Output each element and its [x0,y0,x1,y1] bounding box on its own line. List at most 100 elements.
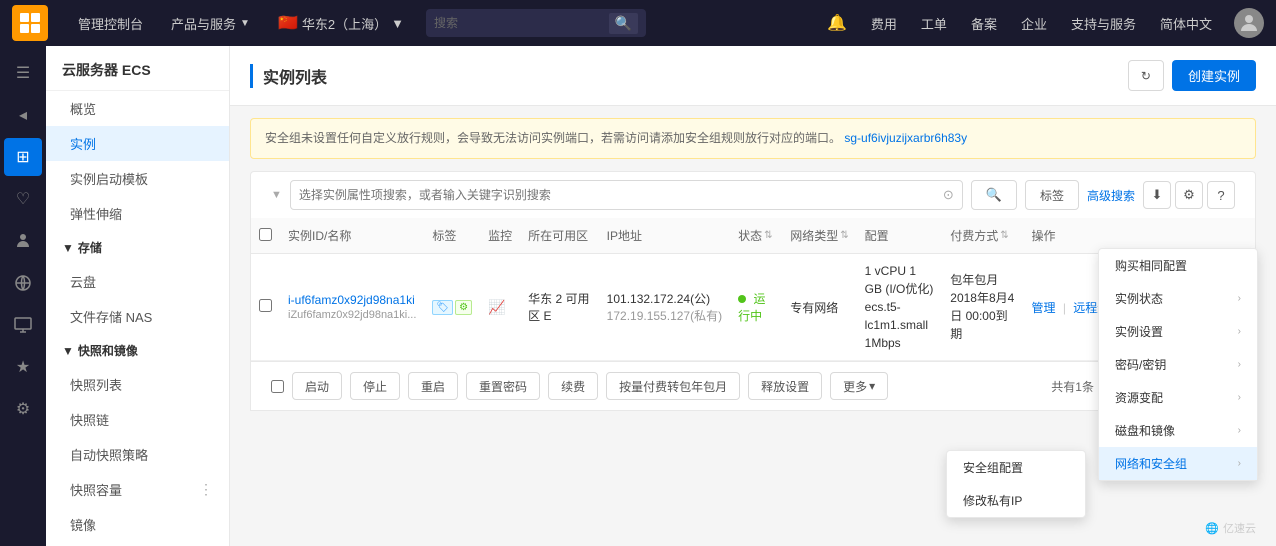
more-arrow: ▾ [869,379,875,393]
select-all-checkbox[interactable] [259,228,272,241]
left-nav-auto-snapshot[interactable]: 自动快照策略 [46,437,229,472]
sub-ctx-item-private-ip[interactable]: 修改私有IP [947,484,1085,517]
tag-icon-2[interactable]: ⚙ [455,300,472,315]
left-nav-disk[interactable]: 云盘 [46,264,229,299]
nav-console[interactable]: 管理控制台 [64,0,157,46]
left-nav-autoscale[interactable]: 弹性伸缩 [46,196,229,231]
sidebar-icon-menu[interactable]: ☰ [4,54,42,92]
avatar[interactable] [1234,8,1264,38]
region-arrow: ▼ [391,16,404,31]
nav-enterprise[interactable]: 企业 [1011,0,1057,46]
btn-stop[interactable]: 停止 [350,372,400,400]
alert-bar: 安全组未设置任何自定义放行规则，会导致无法访问实例端口，若需访问请添加安全组规则… [250,118,1256,159]
row-checkbox[interactable] [259,299,272,312]
search-input[interactable] [434,16,609,30]
network-sort-icon: ⇅ [840,230,848,241]
bottom-checkbox[interactable] [271,380,284,393]
nav-products[interactable]: 产品与服务 ▼ [157,0,264,46]
ctx-arrow-6: › [1238,458,1241,469]
left-nav-group-snapshot[interactable]: ▼ 快照和镜像 [46,334,229,367]
ctx-menu-item-password[interactable]: 密码/密钥 › [1099,348,1257,381]
sub-ctx-item-sg-config[interactable]: 安全组配置 [947,451,1085,484]
left-nav-overview[interactable]: 概览 [46,91,229,126]
filter-input[interactable] [299,188,943,202]
filter-down-icon: ▼ [271,189,282,201]
nav-workorder[interactable]: 工单 [911,0,957,46]
ctx-menu-item-network-sg[interactable]: 网络和安全组 › [1099,447,1257,480]
ctx-menu-item-instance-settings[interactable]: 实例设置 › [1099,315,1257,348]
sidebar-icon-grid[interactable]: ⊞ [4,138,42,176]
btn-release[interactable]: 释放设置 [748,372,822,400]
alert-link[interactable]: sg-uf6ivjuzijxarbr6h83y [844,131,967,145]
create-instance-button[interactable]: 创建实例 [1172,60,1256,91]
sidebar-icon-tools[interactable]: ⚙ [4,390,42,428]
nav-region[interactable]: 🇨🇳 华东2（上海） ▼ [264,13,418,33]
nav-support[interactable]: 支持与服务 [1061,0,1146,46]
filter-search-button[interactable]: 🔍 [971,180,1017,210]
products-arrow: ▼ [240,18,250,29]
btn-restart[interactable]: 重启 [408,372,458,400]
top-nav: 管理控制台 产品与服务 ▼ 🇨🇳 华东2（上海） ▼ 🔍 🔔 费用 工单 备案 … [0,0,1276,46]
ctx-arrow-4: › [1238,392,1241,403]
logo[interactable] [12,5,48,41]
status-sort-icon: ⇅ [764,230,772,241]
icon-sidebar: ☰ ◂ ⊞ ♡ ★ ⚙ [0,46,46,546]
sidebar-icon-users[interactable] [4,222,42,260]
instance-payment: 包年包月 2018年8月4日 00:00到期 [950,273,1014,341]
ctx-menu-item-resource[interactable]: 资源变配 › [1099,381,1257,414]
left-nav-nas[interactable]: 文件存储 NAS [46,299,229,334]
ctx-arrow-1: › [1238,293,1241,304]
instance-network-type: 专有网络 [790,301,838,315]
left-nav-template[interactable]: 实例启动模板 [46,161,229,196]
ctx-menu-item-same-config[interactable]: 购买相同配置 [1099,249,1257,282]
btn-renew[interactable]: 续费 [548,372,598,400]
nav-fees[interactable]: 费用 [861,0,907,46]
ctx-menu-item-disk-image[interactable]: 磁盘和镜像 › [1099,414,1257,447]
left-nav-group-storage[interactable]: ▼ 存储 [46,231,229,264]
monitor-icon[interactable]: 📈 [488,299,505,315]
th-payment: 付费方式 [950,227,998,244]
left-nav-title: 云服务器 ECS [46,46,229,91]
btn-switch-pay[interactable]: 按量付费转包年包月 [606,372,740,400]
tag-icons: 🏷 ⚙ [432,300,472,315]
sidebar-icon-monitor[interactable] [4,306,42,344]
instance-ip1: 101.132.172.24(公) [607,290,722,307]
sidebar-icon-network[interactable] [4,264,42,302]
refresh-button[interactable]: ↻ [1128,60,1164,91]
left-nav-group-network[interactable]: ▼ 网络和安全 [46,542,229,546]
th-network-type: 网络类型 [790,227,838,244]
nav-bell[interactable]: 🔔 [817,0,857,46]
nav-lang[interactable]: 简体中文 [1150,0,1222,46]
left-nav-snapshots[interactable]: 快照列表 [46,367,229,402]
instance-id-link[interactable]: i-uf6famz0x92jd98na1ki [288,293,415,307]
download-icon-btn[interactable]: ⬇ [1143,181,1171,209]
ctx-arrow-3: › [1238,359,1241,370]
watermark-icon: 🌐 [1205,522,1219,535]
top-nav-right: 🔔 费用 工单 备案 企业 支持与服务 简体中文 [817,0,1264,46]
ctx-menu-item-instance-status[interactable]: 实例状态 › [1099,282,1257,315]
btn-start[interactable]: 启动 [292,372,342,400]
left-nav-image[interactable]: 镜像 [46,507,229,542]
sidebar-icon-heart[interactable]: ♡ [4,180,42,218]
th-monitor: 监控 [488,229,512,243]
help-icon-btn[interactable]: ? [1207,181,1235,209]
left-nav-instance[interactable]: 实例 [46,126,229,161]
adv-search-link[interactable]: 高级搜索 [1087,187,1135,204]
search-button[interactable]: 🔍 [609,13,638,34]
sidebar-icon-collapse[interactable]: ◂ [4,96,42,134]
page-title: 实例列表 [250,64,327,88]
nav-beian[interactable]: 备案 [961,0,1007,46]
context-menu: 购买相同配置 实例状态 › 实例设置 › 密码/密钥 › 资源变配 › 磁盘和镜… [1098,248,1258,481]
action-manage[interactable]: 管理 [1031,301,1055,315]
left-nav-snapshot-capacity[interactable]: 快照容量 ⋮ [46,472,229,507]
instance-config: 1 vCPU 1 GB (I/O优化) ecs.t5-lc1m1.small 1… [865,264,937,350]
tag-icon-1[interactable]: 🏷 [432,300,453,315]
sidebar-icon-star[interactable]: ★ [4,348,42,386]
btn-reset-pwd[interactable]: 重置密码 [466,372,540,400]
left-nav-snapshot-chain[interactable]: 快照链 [46,402,229,437]
icon-btns: ⬇ ⚙ ? [1143,181,1235,209]
filter-tag-button[interactable]: 标签 [1025,180,1079,210]
btn-more[interactable]: 更多 ▾ [830,372,888,400]
settings-icon-btn[interactable]: ⚙ [1175,181,1203,209]
watermark-text: 亿速云 [1223,520,1256,536]
